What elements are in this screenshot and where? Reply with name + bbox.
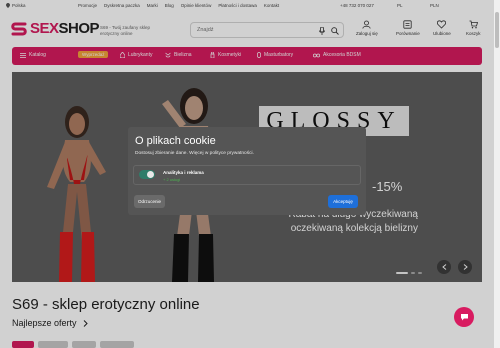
consent-label: Analityka i reklama xyxy=(163,170,204,175)
accept-button[interactable]: Akceptuję xyxy=(328,195,358,208)
consent-more-link[interactable]: + 2 usługi xyxy=(163,177,180,182)
consent-option: Analityka i reklama + 2 usługi xyxy=(133,165,361,185)
chat-button[interactable] xyxy=(454,307,474,327)
chat-icon xyxy=(460,314,468,321)
cookie-modal: O plikach cookie Dostosuj zbieranie dane… xyxy=(128,127,366,215)
cookie-title: O plikach cookie xyxy=(135,135,216,147)
reject-button[interactable]: Odrzucenie xyxy=(134,195,165,208)
scrollbar-thumb[interactable] xyxy=(495,12,499,48)
cookie-description: Dostosuj zbieranie dane. Więcej w polity… xyxy=(135,151,254,156)
analytics-toggle[interactable] xyxy=(139,170,155,179)
scrollbar[interactable] xyxy=(494,0,500,348)
